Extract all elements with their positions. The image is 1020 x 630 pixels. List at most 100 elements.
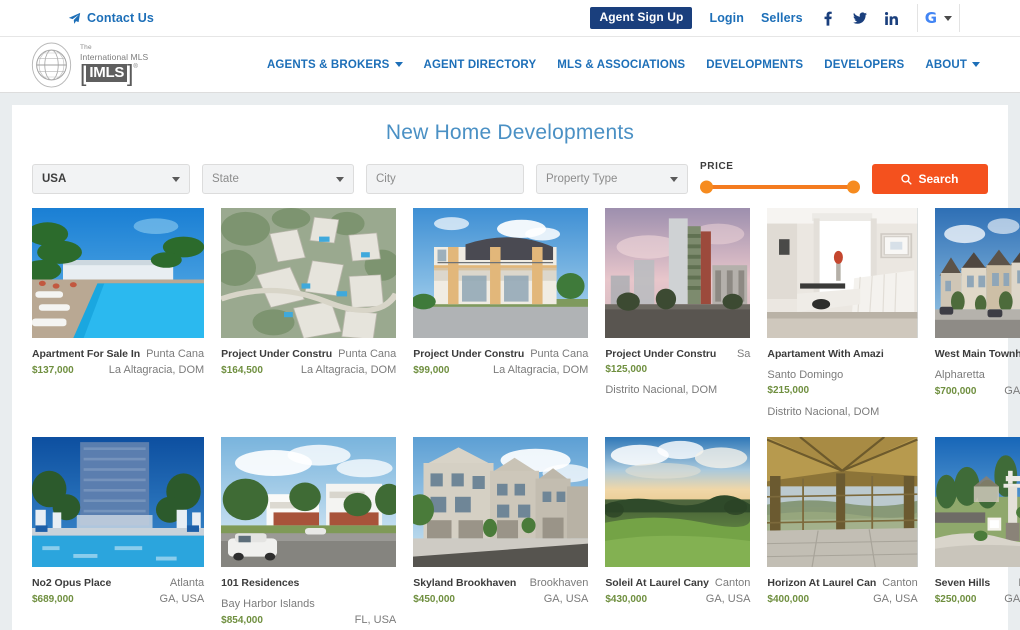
sellers-link[interactable]: Sellers (761, 11, 803, 25)
property-card[interactable]: Apartament With Amazi Santo Domingo $215,0… (767, 208, 918, 421)
property-meta: Apartament With Amazi Santo Domingo $215,0… (767, 338, 917, 421)
page-title: New Home Developments (385, 121, 635, 144)
chevron-down-icon[interactable] (336, 176, 344, 182)
top-right-group: Agent Sign Up Login Sellers G (590, 4, 960, 32)
property-thumbnail[interactable] (413, 436, 589, 567)
slider-handle-max[interactable] (847, 180, 860, 194)
property-title-row: Skyland Brookhaven Brookhaven (413, 576, 588, 592)
twitter-icon[interactable] (852, 10, 867, 26)
nav-label: ABOUT (925, 58, 967, 71)
property-price: $854,000 (221, 614, 263, 626)
property-card[interactable]: Project Under Constru Sa $125,000 Distrito … (605, 208, 751, 421)
property-card[interactable]: Skyland Brookhaven Brookhaven $450,000 GA, … (413, 436, 589, 629)
property-title-row: Seven HillsDallas (935, 576, 1020, 592)
imls-logo[interactable]: The International MLS [ IMLS ] ® (30, 41, 148, 88)
linkedin-icon[interactable] (885, 10, 899, 26)
nav-item-developments[interactable]: DEVELOPMENTS (706, 59, 803, 71)
property-region: GA, USA (1004, 592, 1020, 605)
property-thumbnail[interactable] (605, 208, 751, 338)
property-title-row: 101 Residences Bay Harbor Islands (221, 576, 396, 613)
property-thumbnail[interactable] (605, 436, 751, 567)
property-title-row: West Main Townhomes Alpharetta (935, 347, 1020, 384)
property-card[interactable]: 101 Residences Bay Harbor Islands $854,000… (221, 436, 397, 629)
property-meta: Project Under Constru Punta Cana $99,000 La… (413, 338, 588, 379)
chevron-down-icon[interactable] (172, 176, 180, 182)
facebook-icon[interactable] (821, 10, 835, 26)
property-card[interactable]: Project Under Constru Punta Cana $99,000 La… (413, 208, 589, 421)
search-button[interactable]: Search (872, 164, 988, 194)
property-title: Project Under Constru (221, 348, 333, 360)
property-thumbnail[interactable] (32, 208, 205, 338)
property-city: Punta Cana (146, 348, 205, 360)
country-select-value: USA (42, 173, 67, 185)
contact-us-link[interactable]: Contact Us (68, 11, 154, 25)
property-thumbnail[interactable] (934, 436, 1020, 567)
property-title: Project Under Constru (413, 348, 525, 360)
property-price: $99,000 (413, 364, 450, 376)
property-card[interactable]: No2 Opus Place Atlanta $689,000 GA, USA (32, 436, 205, 629)
property-thumbnail[interactable] (32, 436, 205, 567)
property-card[interactable]: Project Under Constru Punta Cana $164,500 L… (221, 208, 397, 421)
property-meta: Seven HillsDallas$250,000 GA, USA (935, 567, 1020, 608)
nav-item-developers[interactable]: DEVELOPERS (824, 59, 904, 71)
property-price: $450,000 (413, 593, 455, 605)
search-button-label: Search (918, 172, 959, 186)
property-city: Alpharetta (934, 369, 985, 382)
logo-wordmark: [ IMLS ] ® (80, 61, 148, 85)
property-price-row: $137,000 La Altagracia, DOM (32, 363, 204, 379)
logo-line-the: The (80, 44, 92, 52)
property-title: Seven Hills (934, 576, 991, 589)
property-thumbnail[interactable] (221, 436, 397, 567)
nav-item-mls-associations[interactable]: MLS & ASSOCIATIONS (557, 59, 685, 71)
property-title: Apartment For Sale In (32, 348, 141, 360)
globe-icon (31, 41, 72, 88)
chevron-down-icon[interactable] (670, 176, 678, 182)
magnifier-icon (901, 173, 913, 185)
state-select[interactable]: State (202, 164, 354, 194)
property-thumbnail[interactable] (934, 208, 1020, 338)
property-thumbnail[interactable] (221, 208, 397, 338)
property-thumbnail[interactable] (413, 208, 589, 338)
property-meta: Project Under Constru Punta Cana $164,500 L… (221, 338, 396, 379)
google-g-icon: G (924, 8, 937, 27)
property-card[interactable]: Soleil At Laurel Cany Canton $430,000 GA, U… (605, 436, 751, 629)
nav-label: AGENTS & BROKERS (266, 58, 390, 71)
chevron-down-icon[interactable] (394, 62, 403, 67)
slider-handle-min[interactable] (700, 180, 713, 194)
city-input[interactable]: City (366, 164, 524, 194)
chevron-down-icon[interactable] (944, 15, 952, 21)
property-card[interactable]: Seven HillsDallas$250,000 GA, USA (934, 436, 1020, 629)
nav-item-agent-directory[interactable]: AGENT DIRECTORY (424, 59, 537, 71)
property-title-row: Project Under Constru Punta Cana (221, 347, 396, 363)
nav-item-agents-brokers[interactable]: AGENTS & BROKERS (267, 59, 403, 71)
price-label: PRICE (700, 161, 734, 172)
property-city: Canton (882, 576, 918, 589)
property-type-select[interactable]: Property Type (536, 164, 688, 194)
property-region: GA, USA (1004, 385, 1020, 398)
property-thumbnail[interactable] (767, 436, 918, 567)
nav-item-about[interactable]: ABOUT (925, 59, 980, 71)
country-select[interactable]: USA (32, 164, 190, 194)
property-price: $250,000 (934, 593, 977, 605)
property-card[interactable]: Horizon At Laurel Can Canton $400,000 GA, U… (767, 436, 918, 629)
property-price: $215,000 (767, 385, 810, 397)
property-card[interactable]: West Main Townhomes Alpharetta $700,000 GA,… (934, 208, 1020, 421)
login-link[interactable]: Login (709, 11, 744, 25)
property-price: $137,000 (32, 364, 74, 376)
price-range-slider[interactable] (700, 180, 860, 194)
property-region: Distrito Nacional, DOM (767, 405, 880, 418)
chevron-down-icon[interactable] (972, 62, 980, 67)
property-meta: Apartment For Sale In Punta Cana $137,000 L… (32, 338, 204, 379)
google-translate-dropdown[interactable]: G (916, 4, 960, 32)
property-price: $125,000 (605, 363, 648, 375)
property-title: Horizon At Laurel Can (767, 576, 877, 589)
property-thumbnail[interactable] (767, 208, 918, 338)
logo-imls-text: IMLS (86, 63, 128, 82)
price-range-filter: PRICE (700, 161, 860, 194)
agent-sign-up-button[interactable]: Agent Sign Up (590, 6, 693, 30)
property-city: Bay Harbor Islands (221, 597, 315, 610)
property-title-row: Apartment For Sale In Punta Cana (32, 347, 204, 363)
property-city: Santo Domingo (767, 369, 844, 382)
property-card[interactable]: Apartment For Sale In Punta Cana $137,000 L… (32, 208, 205, 421)
search-filter-bar: USA State City Property Type PRICE Searc… (32, 161, 988, 194)
